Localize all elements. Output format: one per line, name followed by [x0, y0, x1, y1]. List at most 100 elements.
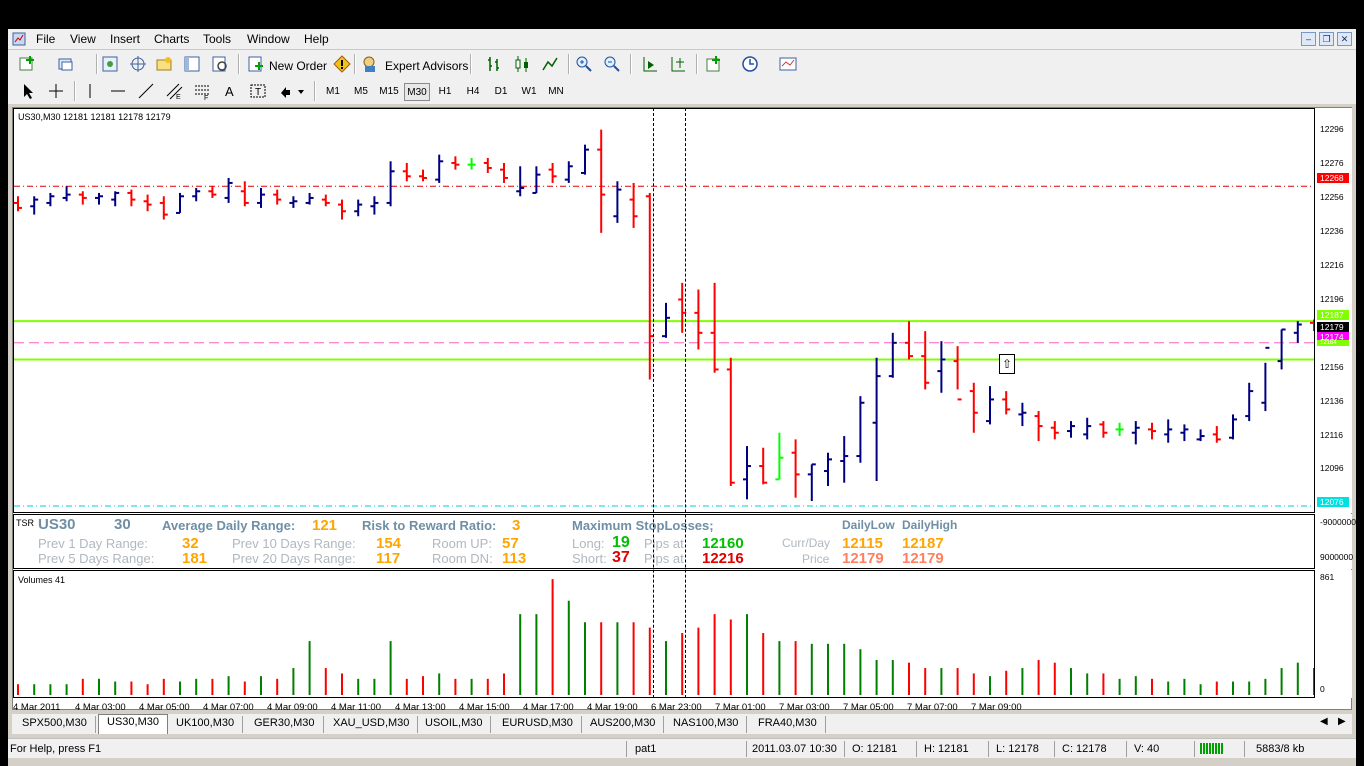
fibonacci-icon[interactable]: F [192, 81, 212, 102]
timeframe-m1[interactable]: M1 [322, 83, 344, 101]
menu-charts[interactable]: Charts [154, 32, 189, 46]
price-bar [905, 321, 913, 360]
text-label-icon[interactable]: T [248, 81, 268, 101]
tab-fra40[interactable]: FRA40,M30 [750, 716, 826, 733]
time-label: 4 Mar 11:00 [331, 702, 381, 713]
roomdn-value: 113 [502, 550, 527, 567]
periods-icon[interactable] [740, 54, 760, 74]
menu-view[interactable]: View [70, 32, 96, 46]
menu-insert[interactable]: Insert [110, 32, 140, 46]
tab-scroll-right-icon[interactable]: ▶ [1338, 716, 1346, 727]
vertical-line-icon[interactable] [80, 81, 100, 101]
tab-usoil[interactable]: USOIL,M30 [417, 716, 492, 733]
time-label: 7 Mar 01:00 [715, 702, 766, 713]
menu-tools[interactable]: Tools [203, 32, 231, 46]
menu-file[interactable]: File [36, 32, 55, 46]
text-icon[interactable]: A [220, 81, 240, 101]
tab-spx500[interactable]: SPX500,M30 [14, 716, 96, 733]
strategy-tester-icon[interactable] [210, 54, 230, 74]
price-bar [1293, 321, 1302, 343]
crosshair-icon[interactable] [46, 81, 66, 101]
horizontal-line-icon[interactable] [108, 81, 128, 101]
tsr-axis: -9000000 9000000 [1316, 514, 1356, 569]
tab-scroll-left-icon[interactable]: ◀ [1320, 716, 1328, 727]
new-chart-button[interactable] [18, 54, 38, 74]
menu-bar: File View Insert Charts Tools Window Hel… [8, 29, 1356, 50]
prev10-label: Prev 10 Days Range: [232, 536, 356, 551]
timeframe-m15[interactable]: M15 [376, 83, 402, 101]
timeframe-m30[interactable]: M30 [404, 83, 430, 101]
price-bar [338, 199, 346, 220]
indicators-icon[interactable] [704, 54, 724, 74]
price-bar [62, 186, 71, 202]
prev20-value: 117 [376, 550, 401, 567]
expert-advisors-icon[interactable] [360, 54, 380, 74]
tab-nas100[interactable]: NAS100,M30 [665, 716, 748, 733]
close-icon[interactable]: ✕ [1337, 32, 1352, 46]
tab-us30[interactable]: US30,M30 [98, 714, 168, 734]
svg-text:E: E [176, 94, 181, 101]
minimize-icon[interactable]: – [1301, 32, 1316, 46]
bar-chart-icon[interactable] [484, 54, 504, 74]
timeframe-mn[interactable]: MN [544, 83, 568, 101]
arrows-icon[interactable] [278, 81, 306, 101]
price-bar [289, 196, 298, 208]
data-window-icon[interactable] [128, 54, 148, 74]
prev1-label: Prev 1 Day Range: [38, 536, 148, 551]
long-pips-label: Pips at [644, 536, 684, 551]
adr-label: Average Daily Range: [162, 518, 296, 533]
trendline-icon[interactable] [136, 81, 156, 101]
tsr-axis-label: 9000000 [1320, 552, 1354, 562]
zoom-in-icon[interactable] [574, 54, 594, 74]
metaeditor-icon[interactable] [332, 54, 352, 74]
price-pane[interactable]: US30,M30 12181 12181 12178 12179 ⇧ [13, 108, 1315, 513]
tab-xau-usd[interactable]: XAU_USD,M30 [325, 716, 419, 733]
timeframe-d1[interactable]: D1 [490, 83, 512, 101]
price-bar [1180, 424, 1189, 442]
price-bar [969, 382, 978, 433]
cursor-icon[interactable] [18, 81, 38, 101]
time-label: 4 Mar 17:00 [523, 702, 574, 713]
expert-advisors-button[interactable]: Expert Advisors [385, 59, 468, 73]
market-watch-icon[interactable] [100, 54, 120, 74]
timeframe-h4[interactable]: H4 [462, 83, 484, 101]
new-order-button[interactable]: New Order [269, 59, 327, 73]
chart-tabs: SPX500,M30 US30,M30 UK100,M30 GER30,M30 … [12, 714, 1352, 734]
menu-help[interactable]: Help [304, 32, 329, 46]
tab-aus200[interactable]: AUS200,M30 [582, 716, 665, 733]
new-order-icon[interactable] [246, 54, 266, 74]
profiles-button[interactable] [56, 54, 76, 74]
tsr-axis-label: -9000000 [1320, 517, 1356, 527]
candlestick-icon[interactable] [512, 54, 532, 74]
price-bar [807, 463, 816, 502]
price-bar [824, 452, 832, 487]
price-chart[interactable] [14, 109, 1314, 512]
price-bar [30, 196, 39, 215]
menu-window[interactable]: Window [247, 32, 290, 46]
price-bar [240, 181, 249, 207]
equidistant-channel-icon[interactable]: E [164, 81, 184, 101]
time-label: 7 Mar 03:00 [779, 702, 830, 713]
price-bar [581, 144, 589, 175]
volume-pane[interactable]: Volumes 41 [13, 570, 1315, 698]
chart-window[interactable]: US30,M30 12181 12181 12178 12179 ⇧ 12296… [12, 107, 1356, 713]
terminal-icon[interactable] [182, 54, 202, 74]
tab-uk100[interactable]: UK100,M30 [168, 716, 244, 733]
line-chart-icon[interactable] [540, 54, 560, 74]
auto-scroll-icon[interactable] [640, 54, 660, 74]
current-price-tag: 12179 [1317, 322, 1349, 332]
prev5-value: 181 [182, 550, 208, 567]
templates-icon[interactable] [778, 54, 798, 74]
timeframe-w1[interactable]: W1 [518, 83, 540, 101]
tab-eurusd[interactable]: EURUSD,M30 [494, 716, 582, 733]
price-bar [1245, 382, 1254, 422]
time-label: 7 Mar 05:00 [843, 702, 894, 713]
zoom-out-icon[interactable] [602, 54, 622, 74]
navigator-icon[interactable] [154, 54, 174, 74]
tab-ger30[interactable]: GER30,M30 [246, 716, 324, 733]
timeframe-h1[interactable]: H1 [434, 83, 456, 101]
chart-shift-icon[interactable] [668, 54, 688, 74]
restore-icon[interactable]: ❐ [1319, 32, 1334, 46]
timeframe-m5[interactable]: M5 [350, 83, 372, 101]
status-datetime: 2011.03.07 10:30 [752, 743, 837, 755]
